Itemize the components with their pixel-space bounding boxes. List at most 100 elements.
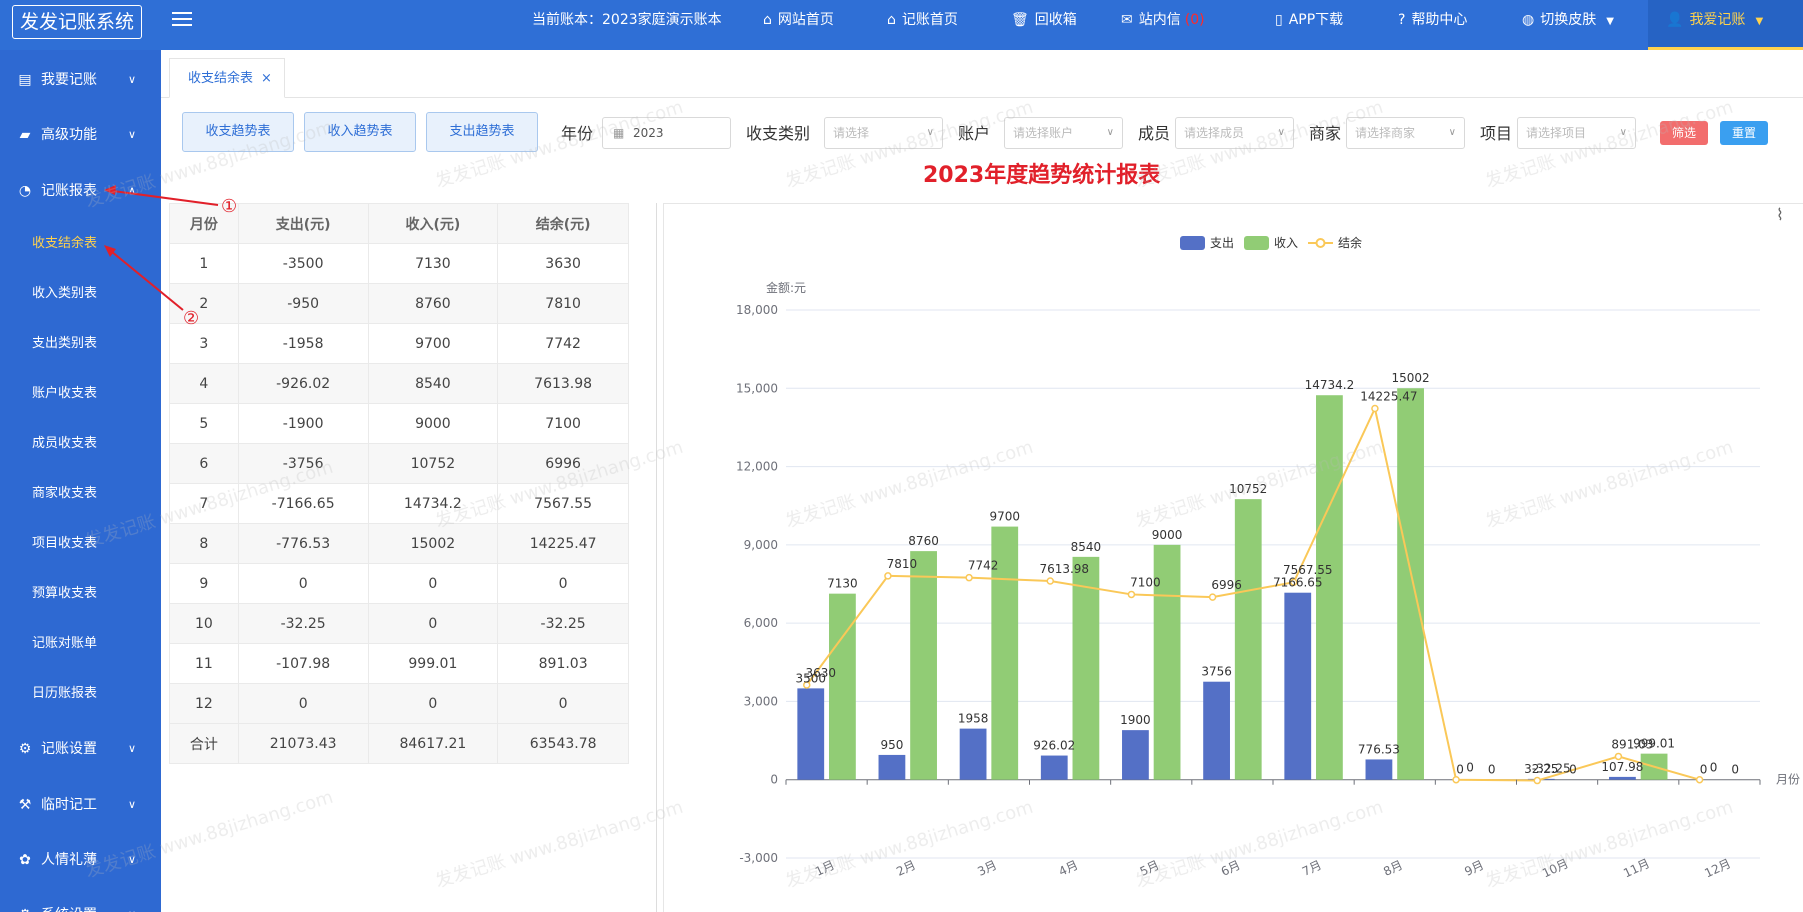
sidebar-subitem-merchant[interactable]: 商家收支表 [0,479,161,509]
sidebar-subitem-expense-category[interactable]: 支出类别表 [0,329,161,359]
nav-label: APP下载 [1288,12,1344,28]
panel-divider [656,203,657,912]
sidebar-subitem-project[interactable]: 项目收支表 [0,529,161,559]
cell-income: 0 [367,563,499,604]
nav-switch-skin[interactable]: ◍ 切换皮肤 ▼ [1522,0,1614,40]
line-value-label: 891.03 [1611,737,1653,751]
table-total-row: 合计 21073.43 84617.21 63543.78 [169,723,629,764]
y-tick-label: 12,000 [736,460,778,474]
nav-website-home[interactable]: ⌂ 网站首页 [763,0,834,40]
chart-panel-border [663,203,664,912]
y-axis-label: 金额:元 [766,280,806,295]
line-point [1371,404,1379,413]
sidebar-item-temp-work[interactable]: ⚒ 临时记工 ∨ [0,785,161,825]
sidebar-subitem-account[interactable]: 账户收支表 [0,379,161,409]
annotation-marker-2: ② [183,308,200,329]
chevron-down-icon: ∨ [128,742,137,755]
app-logo[interactable]: 发发记账系统 [12,5,142,39]
nav-label: 回收箱 [1034,12,1077,28]
cell-income: 9000 [367,403,499,444]
sidebar-item-label: 人情礼薄 [41,852,97,868]
nav-label: 网站首页 [777,12,834,28]
sidebar-subitem-member[interactable]: 成员收支表 [0,429,161,459]
bar-收入 [1397,388,1424,780]
nav-book-home[interactable]: ⌂ 记账首页 [887,0,958,40]
sidebar-item-reports[interactable]: ◔ 记账报表 ∧ [0,171,161,211]
cell-income: 8540 [367,363,499,404]
cell-balance: 891.03 [497,643,629,684]
filter-button[interactable]: 筛选 [1660,121,1708,145]
type-select[interactable]: 请选择 ∨ [824,117,943,149]
table-row: 8 -776.53 15002 14225.47 [169,523,629,564]
reset-button[interactable]: 重置 [1720,121,1768,145]
project-select[interactable]: 请选择项目 ∨ [1517,117,1636,149]
bar-支出 [1284,592,1312,780]
briefcase-icon: ▰ [19,127,31,143]
menu-toggle-icon[interactable] [172,12,192,28]
nav-messages[interactable]: ✉ 站内信 (0) [1121,0,1205,40]
bar-value-label: 3500 [795,671,826,685]
chart-type-icon[interactable]: ⌇ [1776,205,1784,224]
line-value-label: 0 [1710,761,1718,775]
account-select[interactable]: 请选择账户 ∨ [1004,117,1123,149]
bar-value-label: 0 [1569,763,1577,777]
sidebar-subitem-statement[interactable]: 记账对账单 [0,629,161,659]
sidebar-item-system-settings[interactable]: ⚙ 系统设置 ∨ [0,895,161,912]
sidebar-item-bookkeeping[interactable]: ▤ 我要记账 ∨ [0,60,161,100]
cell-month: 3 [169,323,239,364]
x-tick-label: 1月 [813,858,837,879]
bar-value-label: 0 [1731,763,1739,777]
chevron-down-icon: ▼ [1606,16,1614,27]
chevron-down-icon: ∨ [1448,127,1456,138]
line-point [1046,577,1055,585]
sidebar-subitem-balance[interactable]: 收支结余表 [0,229,161,259]
message-count: (0) [1184,12,1205,28]
sidebar-subitem-calendar[interactable]: 日历账报表 [0,679,161,709]
sidebar: ▤ 我要记账 ∨ ▰ 高级功能 ∨ ◔ 记账报表 ∧ 收支结余表 收入类别表 支出类别表 账… [0,50,161,912]
chart-gridlines [786,309,1760,859]
chevron-down-icon: ∨ [1619,127,1627,138]
merchant-placeholder: 请选择商家 [1355,126,1416,140]
cell-expense: -776.53 [237,523,369,564]
chart-legend: 支出 收入 结余 [1180,235,1362,250]
close-icon[interactable]: × [261,71,272,86]
nav-user-menu[interactable]: 👤 我爱记账 ▼ [1648,0,1803,50]
sidebar-item-label: 记账设置 [41,741,97,757]
nav-label: 帮助中心 [1411,12,1468,28]
legend-swatch [1180,236,1205,250]
trash-icon: 🗑 [1011,12,1029,28]
cell-month: 5 [169,403,239,444]
x-tick-label: 7月 [1300,858,1324,879]
chevron-up-icon: ∧ [128,184,137,197]
chevron-down-icon: ∨ [128,853,137,866]
trend-expense-button[interactable]: 支出趋势表 [426,112,538,152]
bar-收入 [1640,753,1668,780]
watermark: 发发记账 www.88jizhang.com [1132,796,1386,893]
nav-app-download[interactable]: ▯ APP下载 [1275,0,1343,40]
merchant-select[interactable]: 请选择商家 ∨ [1346,117,1465,149]
cell-month: 10 [169,603,239,644]
trend-all-button[interactable]: 收支趋势表 [182,112,294,152]
sidebar-item-label: 临时记工 [41,797,97,813]
member-select[interactable]: 请选择成员 ∨ [1175,117,1294,149]
nav-recycle-bin[interactable]: 🗑 回收箱 [1011,0,1077,40]
sidebar-subitem-budget[interactable]: 预算收支表 [0,579,161,609]
line-结余 [805,405,1700,782]
sidebar-item-advanced[interactable]: ▰ 高级功能 ∨ [0,115,161,155]
bar-value-label: 0 [1488,763,1496,777]
watermark: 发发记账 www.88jizhang.com [1132,436,1386,533]
nav-help-center[interactable]: ? 帮助中心 [1398,0,1467,40]
sidebar-item-label: 高级功能 [41,127,97,143]
sidebar-item-gift-book[interactable]: ✿ 人情礼薄 ∨ [0,840,161,880]
bar-支出 [1122,730,1149,780]
sidebar-subitem-income-category[interactable]: 收入类别表 [0,279,161,309]
sidebar-item-settings[interactable]: ⚙ 记账设置 ∨ [0,729,161,769]
tab-balance-report[interactable]: 收支结余表 × [169,58,285,98]
year-input[interactable]: ▦ 2023 [602,117,731,149]
nav-label: 记账首页 [901,12,958,28]
bar-value-label: 9700 [989,510,1020,524]
chevron-down-icon: ∨ [128,128,137,141]
cell-income: 15002 [367,523,499,564]
chevron-down-icon: ∨ [128,73,137,86]
trend-income-button[interactable]: 收入趋势表 [304,112,416,152]
